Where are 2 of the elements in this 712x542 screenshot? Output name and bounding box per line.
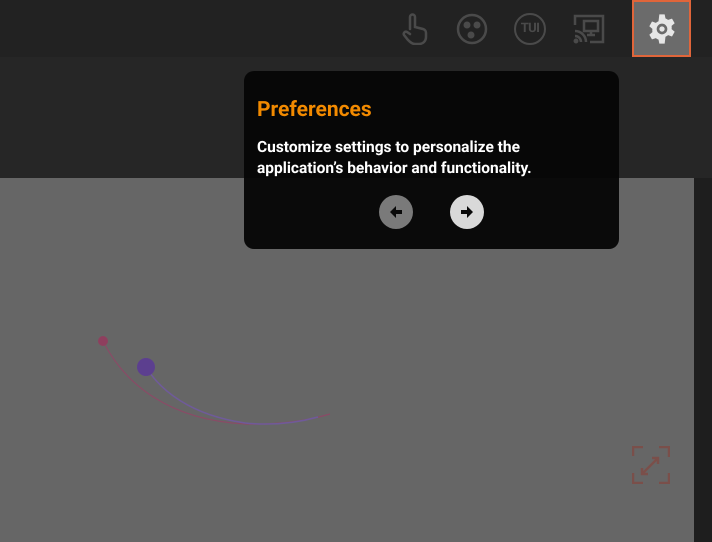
popup-title: Preferences: [257, 97, 373, 124]
popup-description: Customize settings to personalize the application’s behavior and functionality.: [257, 137, 533, 180]
